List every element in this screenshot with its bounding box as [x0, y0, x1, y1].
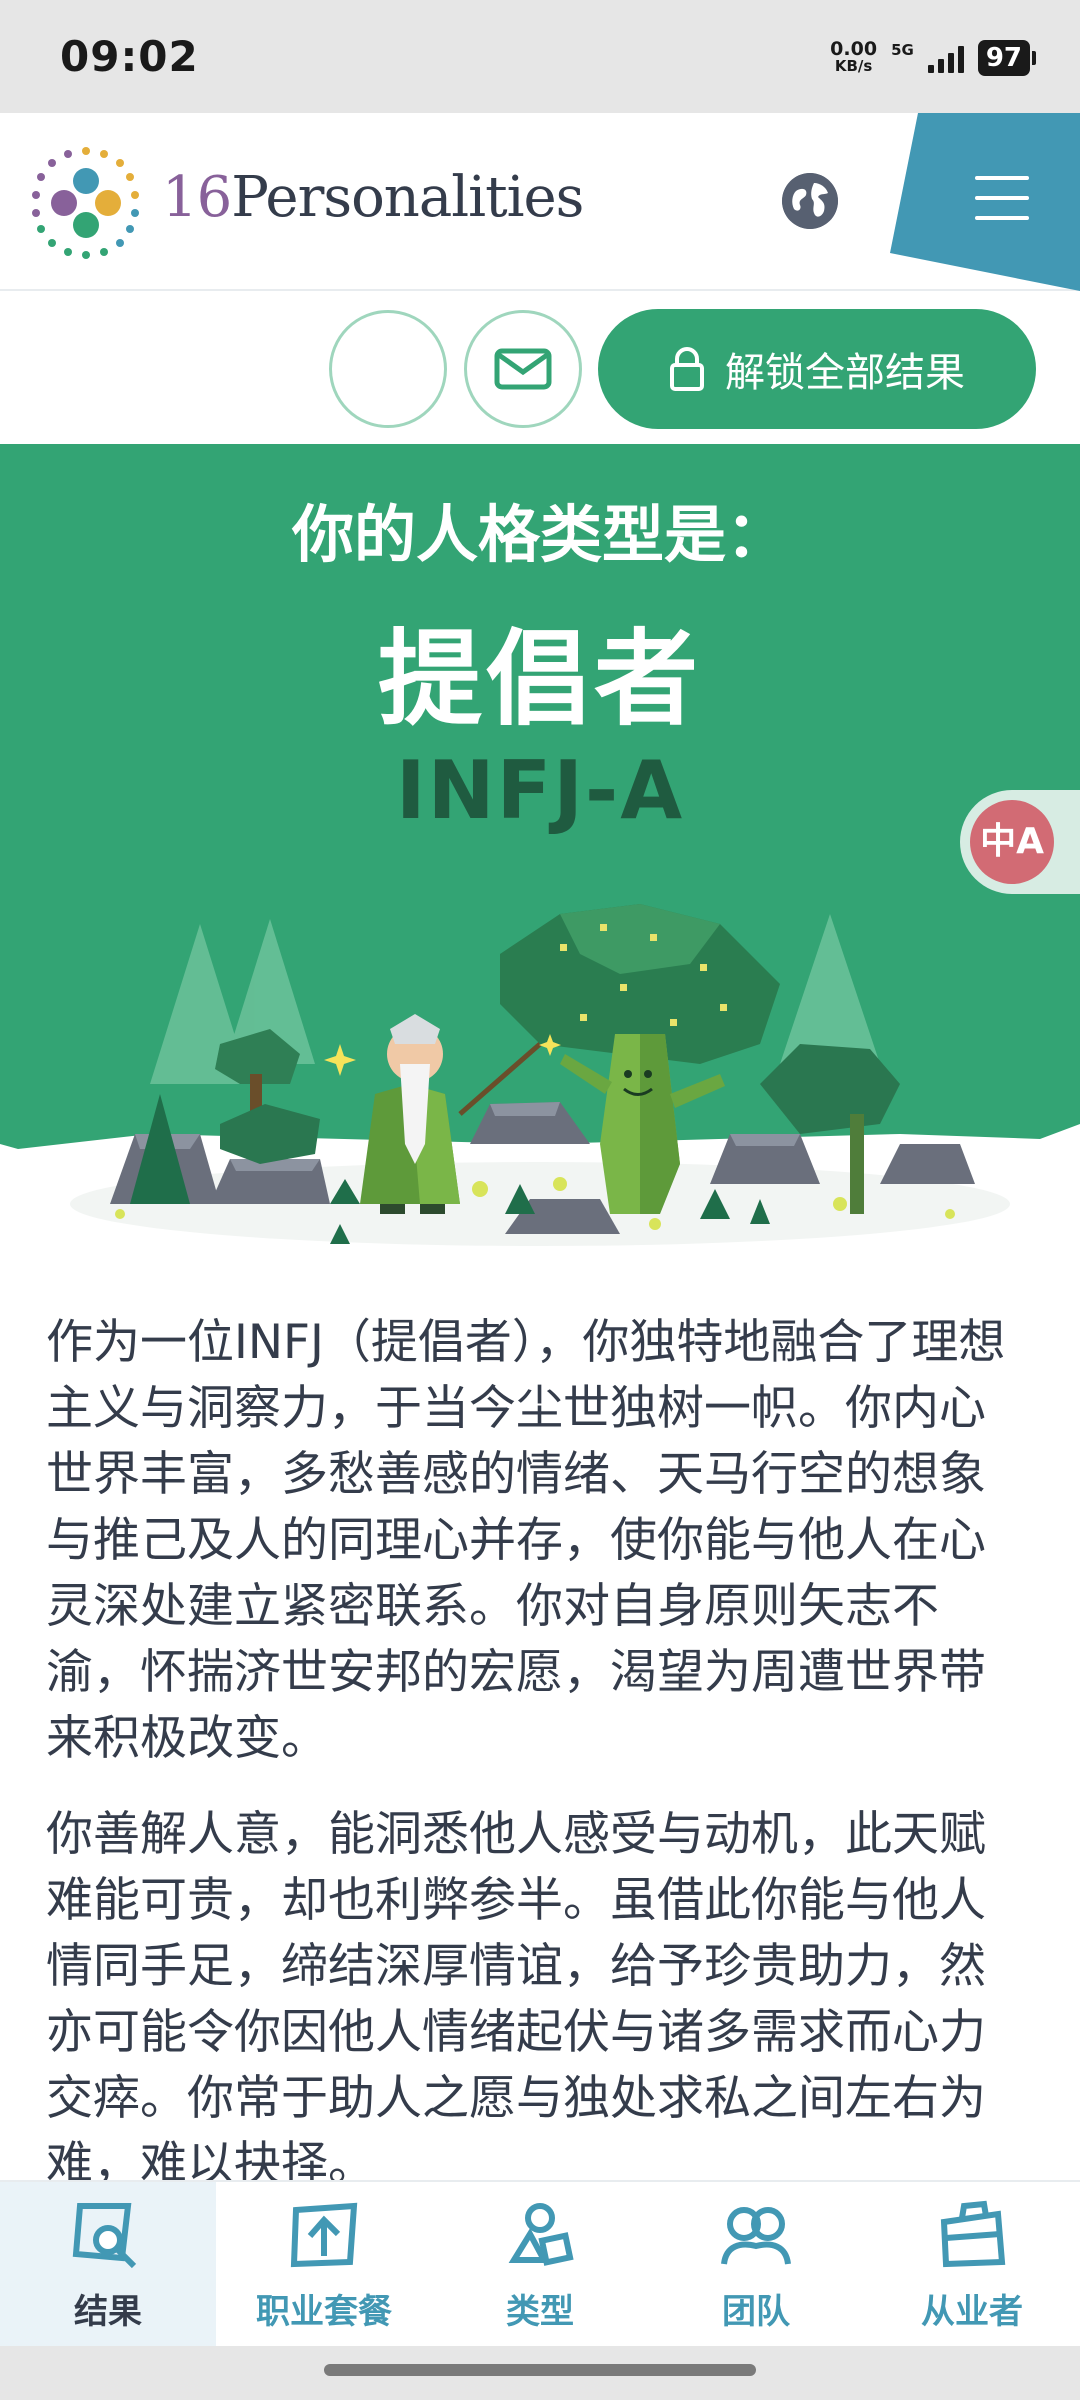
- site-header: 16Personalities: [0, 113, 1080, 291]
- professional-icon: [940, 2200, 1006, 2267]
- nav-item-team[interactable]: 团队: [648, 2182, 864, 2346]
- home-indicator[interactable]: [324, 2364, 756, 2376]
- unlock-results-label: 解锁全部结果: [725, 350, 965, 396]
- nav-item-label: 从业者: [921, 2291, 1023, 2332]
- translate-icon: 中A: [970, 800, 1054, 884]
- nav-item-label: 类型: [506, 2291, 574, 2332]
- signal-icon: [927, 43, 964, 73]
- description-paragraph: 作为一位INFJ（提倡者），你独特地融合了理想主义与洞察力，于当今尘世独树一帜。…: [46, 1315, 1006, 1766]
- type-subtitle: 你的人格类型是：: [291, 498, 788, 571]
- types-icon: [508, 2202, 574, 2266]
- type-description: 作为一位INFJ（提倡者），你独特地融合了理想主义与洞察力，于当今尘世独树一帜。…: [46, 1310, 1006, 2180]
- action-bar: 解锁全部结果: [0, 291, 1080, 444]
- nav-item-professionals[interactable]: 从业者: [864, 2182, 1080, 2346]
- nav-item-label: 团队: [722, 2291, 790, 2332]
- lock-icon: [670, 347, 704, 391]
- career-icon: [290, 2202, 358, 2267]
- nav-item-label: 结果: [74, 2291, 142, 2332]
- brand-name[interactable]: 16Personalities: [162, 165, 584, 230]
- hero-section: 你的人格类型是： 提倡者 INFJ-A: [0, 444, 1080, 1280]
- brand-number: 16: [162, 165, 232, 230]
- description-paragraph: 你善解人意，能洞悉他人感受与动机，此天赋难能可贵，却也利弊参半。虽借此你能与他人…: [46, 1807, 986, 2180]
- network-speed-unit: KB/s: [834, 57, 873, 75]
- status-bar: 09:02 0.00 KB/s 5G 97: [0, 0, 1080, 113]
- status-time: 09:02: [60, 32, 199, 81]
- nav-item-types[interactable]: 类型: [432, 2182, 648, 2346]
- translate-button[interactable]: 中A: [960, 790, 1080, 894]
- hamburger-menu-icon[interactable]: [975, 176, 1029, 236]
- network-speed: 0.00 KB/s: [830, 38, 878, 75]
- globe-icon[interactable]: [782, 173, 838, 229]
- mail-icon: [494, 348, 552, 390]
- share-button[interactable]: [329, 310, 447, 428]
- email-button[interactable]: [464, 310, 582, 428]
- nav-item-results[interactable]: 结果: [0, 2182, 216, 2346]
- status-indicators: 0.00 KB/s 5G 97: [830, 38, 1037, 78]
- unlock-results-button[interactable]: 解锁全部结果: [598, 309, 1036, 429]
- network-speed-value: 0.00: [830, 38, 878, 60]
- nav-item-label: 职业套餐: [256, 2291, 392, 2332]
- battery-icon: 97: [977, 40, 1037, 76]
- bottom-navigation: 结果 职业套餐 类型 团队 从业者: [0, 2180, 1080, 2346]
- results-icon: [72, 2202, 137, 2268]
- brand-text: Personalities: [231, 165, 584, 230]
- logo-icon[interactable]: [28, 145, 144, 261]
- nav-item-career[interactable]: 职业套餐: [216, 2182, 432, 2346]
- team-icon: [721, 2206, 791, 2265]
- type-title: 提倡者: [377, 618, 702, 740]
- type-code: INFJ-A: [395, 744, 685, 837]
- network-type: 5G: [891, 41, 914, 59]
